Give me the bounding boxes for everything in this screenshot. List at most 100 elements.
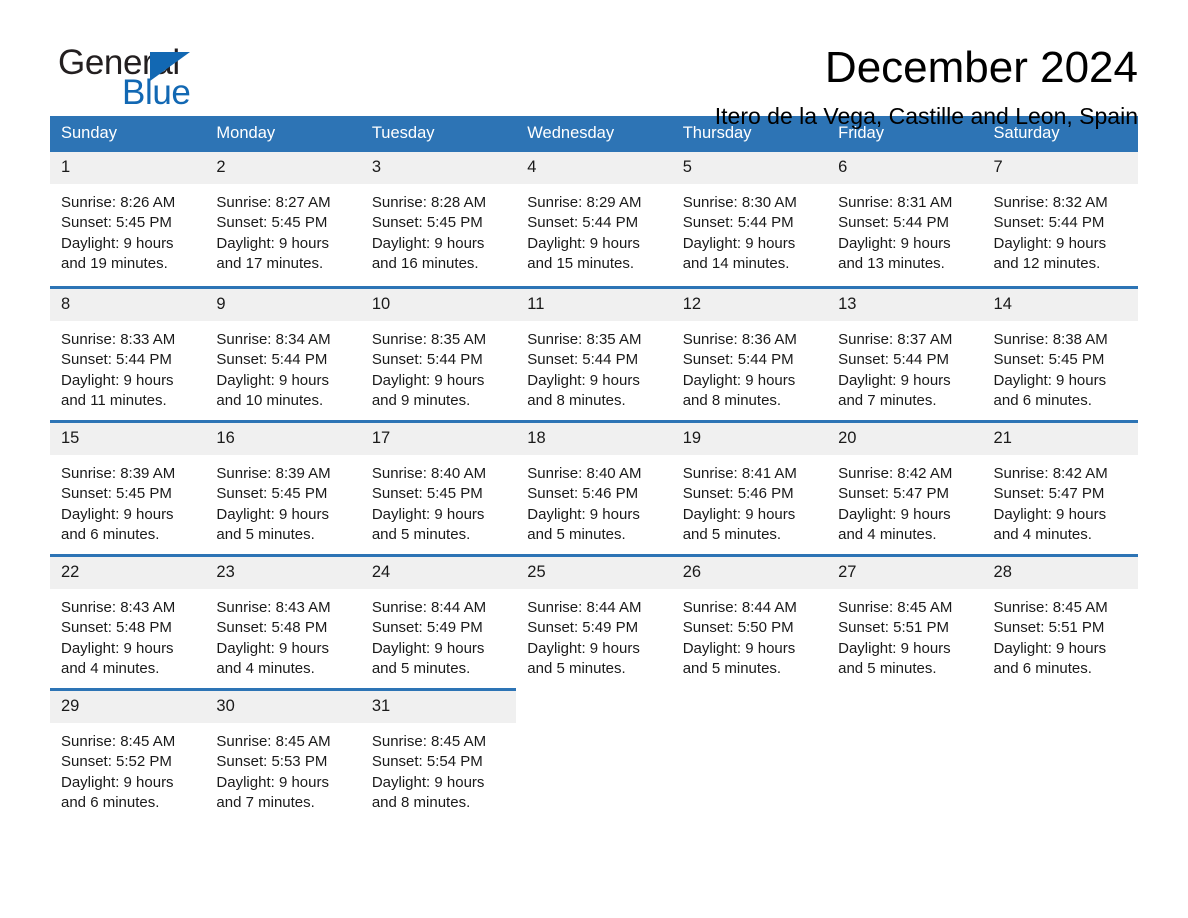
- day-sunset-text: Sunset: 5:44 PM: [527, 351, 639, 369]
- calendar-day-cell[interactable]: 30 Sunrise: 8:45 AM Sunset: 5:53 PM Dayligh…: [205, 688, 361, 822]
- calendar-day-cell[interactable]: 11 Sunrise: 8:35 AM Sunset: 5:44 PM Dayligh…: [516, 286, 672, 420]
- day-sunrise-text: Sunrise: 8:31 AM: [838, 194, 953, 211]
- day-daylight-line2-text: and 5 minutes.: [682, 659, 782, 677]
- day-sunset-text: Sunset: 5:47 PM: [993, 485, 1105, 503]
- calendar-day-cell[interactable]: 9 Sunrise: 8:34 AM Sunset: 5:44 PM Daylight…: [205, 286, 361, 420]
- calendar-day-cell[interactable]: 28 Sunrise: 8:45 AM Sunset: 5:51 PM Dayligh…: [982, 554, 1138, 688]
- day-sunrise-text: Sunrise: 8:29 AM: [527, 194, 642, 211]
- calendar-day-cell[interactable]: 23 Sunrise: 8:43 AM Sunset: 5:48 PM Dayligh…: [205, 554, 361, 688]
- title-block: December 2024 Itero de la Vega, Castille…: [715, 42, 1138, 131]
- day-number: 27: [827, 557, 983, 589]
- day-daylight-line2-text: and 6 minutes.: [993, 659, 1092, 677]
- day-daylight-line2-text: and 11 minutes.: [61, 391, 167, 409]
- calendar-day-cell[interactable]: 15 Sunrise: 8:39 AM Sunset: 5:45 PM Dayligh…: [50, 420, 206, 554]
- day-number: 18: [516, 423, 672, 455]
- calendar-day-cell[interactable]: 29 Sunrise: 8:45 AM Sunset: 5:52 PM Dayligh…: [50, 688, 206, 822]
- calendar-day-cell[interactable]: 12 Sunrise: 8:36 AM Sunset: 5:44 PM Dayligh…: [671, 286, 828, 420]
- day-details: Sunrise: 8:35 AM Sunset: 5:44 PM Daylight:…: [361, 321, 516, 411]
- calendar-day-cell[interactable]: 19 Sunrise: 8:41 AM Sunset: 5:46 PM Dayligh…: [671, 420, 828, 554]
- calendar-day-cell[interactable]: 17 Sunrise: 8:40 AM Sunset: 5:45 PM Dayligh…: [360, 420, 517, 554]
- day-number: 26: [671, 557, 828, 589]
- day-number: 3: [360, 152, 517, 184]
- calendar-day-cell[interactable]: 22 Sunrise: 8:43 AM Sunset: 5:48 PM Dayligh…: [50, 554, 206, 688]
- day-details: Sunrise: 8:28 AM Sunset: 5:45 PM Daylight:…: [361, 184, 516, 274]
- calendar-day-cell[interactable]: 31 Sunrise: 8:45 AM Sunset: 5:54 PM Dayligh…: [360, 688, 517, 822]
- day-details: Sunrise: 8:35 AM Sunset: 5:44 PM Daylight:…: [516, 321, 671, 411]
- calendar-day-cell[interactable]: 13 Sunrise: 8:37 AM Sunset: 5:44 PM Dayligh…: [827, 286, 983, 420]
- day-sunset-text: Sunset: 5:53 PM: [216, 753, 328, 771]
- day-daylight-line1-text: Daylight: 9 hours: [993, 505, 1107, 523]
- calendar-day-cell[interactable]: 7 Sunrise: 8:32 AM Sunset: 5:44 PM Daylight…: [982, 152, 1138, 286]
- day-sunset-text: Sunset: 5:46 PM: [527, 485, 639, 503]
- calendar-day-cell[interactable]: 24 Sunrise: 8:44 AM Sunset: 5:49 PM Dayligh…: [360, 554, 517, 688]
- day-sunset-text: Sunset: 5:44 PM: [993, 214, 1105, 232]
- day-sunrise-text: Sunrise: 8:32 AM: [993, 194, 1108, 211]
- day-daylight-line2-text: and 5 minutes.: [371, 659, 471, 677]
- calendar-day-cell[interactable]: 10 Sunrise: 8:35 AM Sunset: 5:44 PM Dayligh…: [360, 286, 517, 420]
- day-sunrise-text: Sunrise: 8:26 AM: [61, 194, 176, 211]
- day-daylight-line1-text: Daylight: 9 hours: [61, 639, 174, 657]
- day-daylight-line1-text: Daylight: 9 hours: [371, 234, 485, 252]
- day-sunset-text: Sunset: 5:44 PM: [682, 351, 794, 369]
- day-details: Sunrise: 8:29 AM Sunset: 5:44 PM Daylight:…: [516, 184, 671, 274]
- calendar-day-cell[interactable]: 27 Sunrise: 8:45 AM Sunset: 5:51 PM Dayligh…: [827, 554, 983, 688]
- calendar-day-cell[interactable]: 4 Sunrise: 8:29 AM Sunset: 5:44 PM Daylight…: [516, 152, 672, 286]
- day-number: 8: [50, 289, 206, 321]
- calendar-day-cell[interactable]: 26 Sunrise: 8:44 AM Sunset: 5:50 PM Dayligh…: [671, 554, 828, 688]
- day-daylight-line2-text: and 14 minutes.: [682, 254, 790, 272]
- day-details: Sunrise: 8:39 AM Sunset: 5:45 PM Daylight:…: [50, 455, 205, 545]
- day-number: 21: [982, 423, 1138, 455]
- day-details: Sunrise: 8:40 AM Sunset: 5:46 PM Daylight:…: [516, 455, 671, 545]
- calendar-day-cell[interactable]: 1 Sunrise: 8:26 AM Sunset: 5:45 PM Daylight…: [50, 152, 206, 286]
- day-number: 28: [982, 557, 1138, 589]
- calendar-day-cell[interactable]: 25 Sunrise: 8:44 AM Sunset: 5:49 PM Dayligh…: [516, 554, 672, 688]
- day-daylight-line1-text: Daylight: 9 hours: [371, 639, 485, 657]
- day-number: 19: [671, 423, 828, 455]
- day-sunrise-text: Sunrise: 8:40 AM: [527, 465, 642, 482]
- day-daylight-line2-text: and 5 minutes.: [527, 525, 626, 543]
- day-details: Sunrise: 8:45 AM Sunset: 5:53 PM Daylight:…: [205, 723, 360, 813]
- calendar-day-cell[interactable]: 21 Sunrise: 8:42 AM Sunset: 5:47 PM Dayligh…: [982, 420, 1138, 554]
- calendar-day-cell[interactable]: 5 Sunrise: 8:30 AM Sunset: 5:44 PM Daylight…: [671, 152, 828, 286]
- day-details: Sunrise: 8:27 AM Sunset: 5:45 PM Daylight:…: [205, 184, 360, 274]
- calendar-day-cell[interactable]: 6 Sunrise: 8:31 AM Sunset: 5:44 PM Daylight…: [827, 152, 983, 286]
- day-daylight-line2-text: and 4 minutes.: [993, 525, 1092, 543]
- calendar-day-cell[interactable]: 16 Sunrise: 8:39 AM Sunset: 5:45 PM Dayligh…: [205, 420, 361, 554]
- day-details: Sunrise: 8:44 AM Sunset: 5:49 PM Daylight:…: [361, 589, 516, 679]
- day-daylight-line1-text: Daylight: 9 hours: [371, 505, 485, 523]
- day-sunset-text: Sunset: 5:45 PM: [61, 214, 172, 232]
- general-blue-logo[interactable]: General Blue: [50, 42, 250, 114]
- day-sunset-text: Sunset: 5:48 PM: [61, 619, 172, 637]
- day-number: 12: [671, 289, 828, 321]
- day-daylight-line1-text: Daylight: 9 hours: [216, 639, 329, 657]
- day-daylight-line1-text: Daylight: 9 hours: [993, 639, 1107, 657]
- day-number: 1: [50, 152, 206, 184]
- day-sunrise-text: Sunrise: 8:40 AM: [371, 465, 487, 482]
- calendar-day-cell[interactable]: 2 Sunrise: 8:27 AM Sunset: 5:45 PM Daylight…: [205, 152, 361, 286]
- day-sunrise-text: Sunrise: 8:43 AM: [216, 599, 331, 616]
- calendar-day-cell[interactable]: 3 Sunrise: 8:28 AM Sunset: 5:45 PM Daylight…: [360, 152, 517, 286]
- day-daylight-line1-text: Daylight: 9 hours: [682, 505, 796, 523]
- day-number: 2: [205, 152, 361, 184]
- day-daylight-line2-text: and 19 minutes.: [61, 254, 168, 272]
- day-daylight-line2-text: and 5 minutes.: [838, 659, 937, 677]
- day-sunrise-text: Sunrise: 8:37 AM: [838, 331, 953, 348]
- calendar-day-cell[interactable]: 20 Sunrise: 8:42 AM Sunset: 5:47 PM Dayligh…: [827, 420, 983, 554]
- calendar-day-cell[interactable]: 18 Sunrise: 8:40 AM Sunset: 5:46 PM Dayligh…: [516, 420, 672, 554]
- day-sunrise-text: Sunrise: 8:42 AM: [993, 465, 1108, 482]
- calendar-empty-cell: [827, 688, 982, 822]
- calendar-day-cell[interactable]: 8 Sunrise: 8:33 AM Sunset: 5:44 PM Daylight…: [50, 286, 206, 420]
- day-sunrise-text: Sunrise: 8:35 AM: [371, 331, 487, 348]
- day-details: Sunrise: 8:34 AM Sunset: 5:44 PM Daylight:…: [205, 321, 360, 411]
- day-daylight-line2-text: and 5 minutes.: [371, 525, 471, 543]
- day-number: 16: [205, 423, 361, 455]
- day-daylight-line1-text: Daylight: 9 hours: [527, 234, 640, 252]
- day-sunset-text: Sunset: 5:44 PM: [527, 214, 639, 232]
- day-daylight-line1-text: Daylight: 9 hours: [61, 505, 174, 523]
- calendar-day-cell[interactable]: 14 Sunrise: 8:38 AM Sunset: 5:45 PM Dayligh…: [982, 286, 1138, 420]
- day-daylight-line1-text: Daylight: 9 hours: [527, 505, 640, 523]
- day-sunset-text: Sunset: 5:51 PM: [838, 619, 950, 637]
- day-sunrise-text: Sunrise: 8:41 AM: [682, 465, 797, 482]
- weekday-header-monday: Monday: [205, 116, 361, 152]
- day-details: Sunrise: 8:44 AM Sunset: 5:50 PM Daylight:…: [672, 589, 827, 679]
